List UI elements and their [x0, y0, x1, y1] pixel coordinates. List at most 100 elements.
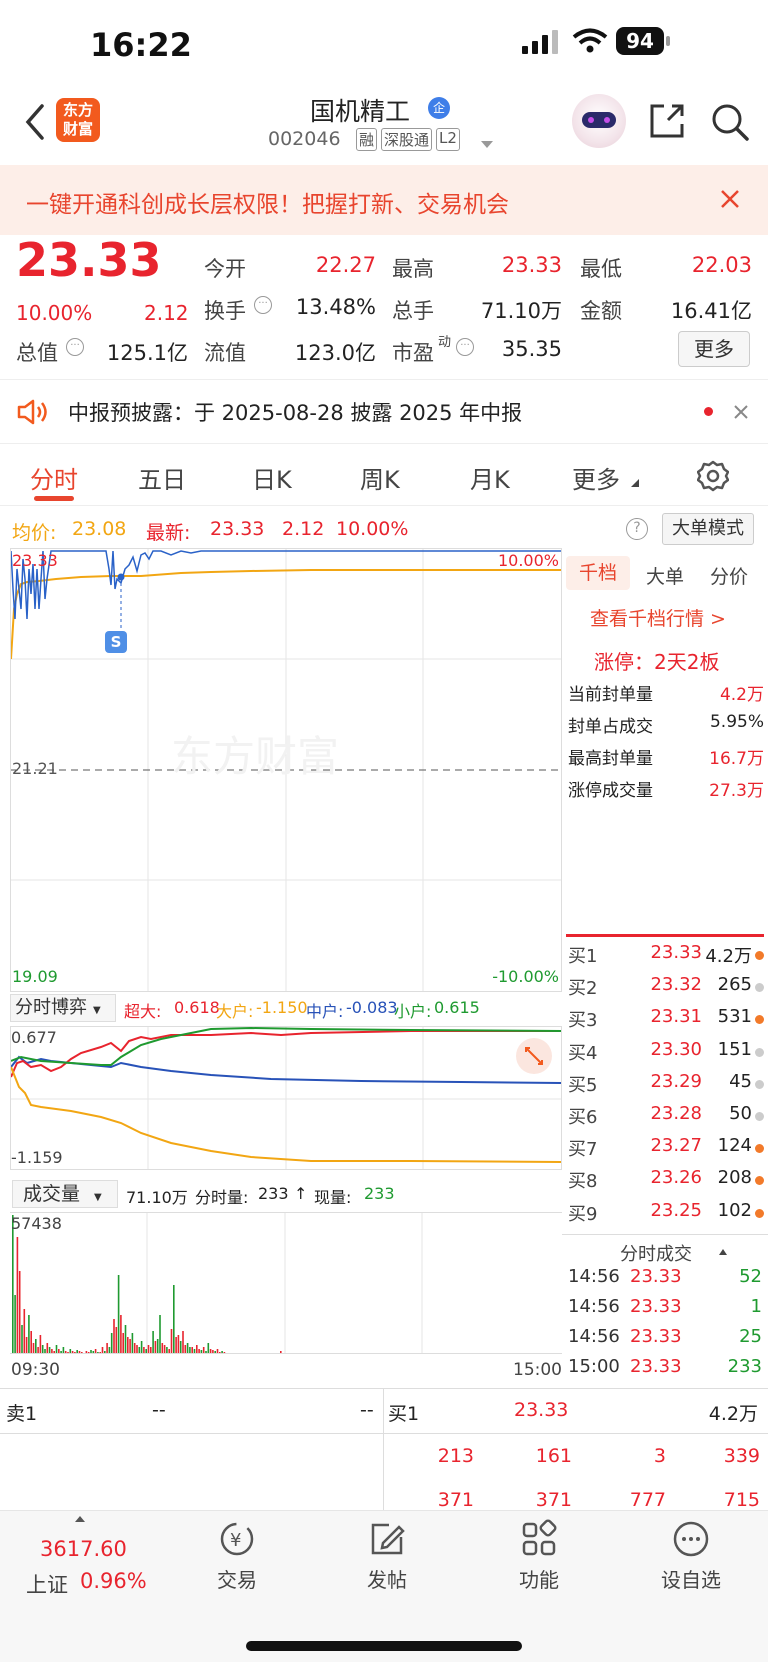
volume-bar — [32, 1343, 35, 1353]
index-name[interactable]: 上证 — [26, 1569, 68, 1599]
volume-bar — [161, 1343, 164, 1353]
buy-book-row[interactable]: 买9 23.25 102 — [562, 1200, 768, 1232]
intraday-chart[interactable]: 东方财富 S 23.33 10.00% 21.21 19.09 -10.00% — [10, 548, 562, 992]
assistant-avatar[interactable] — [572, 94, 626, 148]
app-logo[interactable]: 东方 财富 — [56, 98, 100, 142]
volume-bar — [131, 1333, 134, 1353]
volume-total: 71.10万 — [126, 1188, 188, 1207]
trade-price: 23.33 — [630, 1356, 682, 1377]
expand-button[interactable] — [516, 1038, 552, 1074]
trade-row: 14:56 23.33 1 — [562, 1296, 768, 1326]
buy-book-row[interactable]: 买4 23.30 151 — [562, 1039, 768, 1071]
stock-code: 002046 — [268, 128, 341, 150]
sell-marker[interactable]: S — [105, 631, 127, 653]
volume-bar — [310, 1353, 312, 1354]
latest-change: 2.12 — [282, 518, 325, 540]
mktcap-label: 总值 — [16, 341, 58, 365]
tab-post[interactable]: 发帖 — [312, 1519, 462, 1593]
tab-price-dist[interactable]: 分价 — [710, 562, 748, 589]
tab-add-watchlist[interactable]: 设自选 — [616, 1519, 766, 1593]
trade-icon: ¥ — [220, 1522, 254, 1556]
volume-bar — [108, 1347, 111, 1353]
order-dot-icon — [755, 1176, 764, 1186]
caret-up-icon[interactable] — [74, 1515, 86, 1523]
search-icon[interactable] — [710, 102, 750, 142]
speaker-icon — [17, 399, 47, 425]
volume-bar — [122, 1333, 124, 1353]
buy-book-row[interactable]: 买3 23.31 531 — [562, 1006, 768, 1038]
tag-l2: L2 — [436, 128, 460, 151]
notice-bar[interactable]: 中报预披露：于 2025-08-28 披露 2025 年中报 — [0, 380, 768, 444]
super-label: 超大: — [124, 1002, 162, 1021]
book-price: 23.31 — [650, 1006, 702, 1028]
promo-banner[interactable]: 一键开通科创成长层权限！把握打新、交易机会 — [0, 165, 768, 235]
trade-qty: 233 — [727, 1356, 762, 1377]
buy-book-row[interactable]: 买2 23.32 265 — [562, 974, 768, 1006]
book-level-label: 买8 — [568, 1171, 598, 1193]
volume-bar — [81, 1352, 83, 1353]
volume-bar — [186, 1343, 189, 1353]
close-icon[interactable] — [733, 404, 749, 420]
active-tab-indicator — [34, 496, 74, 501]
more-button[interactable]: 更多 — [678, 331, 750, 367]
capital-flow-chart — [10, 1026, 562, 1170]
dropdown-icon[interactable] — [480, 140, 494, 150]
volume-label: 总手 — [392, 299, 434, 323]
trades-header[interactable]: 分时成交 — [620, 1240, 692, 1266]
tab-big-orders[interactable]: 大单 — [646, 562, 684, 589]
tab-daily-k[interactable]: 日K — [252, 460, 292, 495]
buy-book-row[interactable]: 买8 23.26 208 — [562, 1167, 768, 1199]
index-value[interactable]: 3617.60 — [40, 1537, 127, 1561]
book-qty: 102 — [717, 1199, 752, 1221]
buy-book-row[interactable]: 买7 23.27 124 — [562, 1135, 768, 1167]
buy-book-row[interactable]: 买1 23.33 4.2万 — [562, 942, 768, 974]
big-order-mode-button[interactable]: 大单模式 — [662, 513, 754, 545]
book-level-label: 买7 — [568, 1139, 598, 1161]
volume-bar — [198, 1349, 200, 1353]
volume-bar — [127, 1337, 129, 1353]
limit-volume-row: 涨停成交量 27.3万 — [568, 781, 764, 801]
settings-icon[interactable] — [697, 460, 729, 492]
tab-trade[interactable]: ¥ 交易 — [162, 1519, 312, 1593]
share-icon[interactable] — [648, 102, 686, 140]
volume-bar — [117, 1275, 120, 1353]
big-label: 大户: — [216, 1002, 254, 1021]
chart-bottom-pct: -10.00% — [492, 967, 559, 986]
sell1-qty: -- — [360, 1399, 374, 1421]
tab-monthly-k[interactable]: 月K — [470, 460, 510, 495]
back-icon[interactable] — [22, 102, 46, 142]
volume-bar — [101, 1347, 104, 1353]
tab-intraday[interactable]: 分时 — [30, 460, 78, 495]
buy-book-row[interactable]: 买5 23.29 45 — [562, 1071, 768, 1103]
volume-selector[interactable]: 成交量 ▼ — [12, 1180, 118, 1208]
volume-bar — [62, 1347, 65, 1353]
tab-more[interactable]: 更多 — [572, 460, 620, 495]
tab-depth[interactable]: 千档 — [566, 556, 630, 590]
close-icon[interactable] — [720, 189, 740, 209]
volume-bar — [360, 1353, 362, 1354]
tag-margin: 融 — [356, 128, 378, 151]
volume-bar — [14, 1295, 16, 1353]
current-volume-label: 现量: — [314, 1188, 352, 1207]
volume-bar — [78, 1351, 81, 1353]
volume-bar — [145, 1349, 147, 1353]
volume-bar — [16, 1237, 19, 1353]
book-qty: 208 — [717, 1167, 752, 1189]
tab-functions[interactable]: 功能 — [464, 1519, 614, 1593]
volume-bar — [35, 1339, 37, 1353]
start-time: 09:30 — [11, 1360, 60, 1380]
info-icon[interactable]: ··· — [66, 338, 84, 356]
flow-selector[interactable]: 分时博弈 ▼ — [10, 994, 116, 1022]
help-icon[interactable]: ? — [626, 518, 648, 540]
tab-weekly-k[interactable]: 周K — [360, 460, 400, 495]
tab-5day[interactable]: 五日 — [138, 460, 186, 495]
volume-bar — [67, 1352, 69, 1353]
flow-bottom-value: -1.159 — [11, 1148, 63, 1167]
volume-bar — [154, 1341, 157, 1353]
notice-text[interactable]: 中报预披露：于 2025-08-28 披露 2025 年中报 — [68, 397, 522, 427]
banner-text[interactable]: 一键开通科创成长层权限！把握打新、交易机会 — [26, 185, 509, 219]
mktcap-value: 125.1亿 — [106, 341, 188, 365]
index-pct[interactable]: 0.96% — [80, 1569, 147, 1593]
view-depth-link[interactable]: 查看千档行情 > — [590, 604, 726, 631]
buy-book-row[interactable]: 买6 23.28 50 — [562, 1103, 768, 1135]
